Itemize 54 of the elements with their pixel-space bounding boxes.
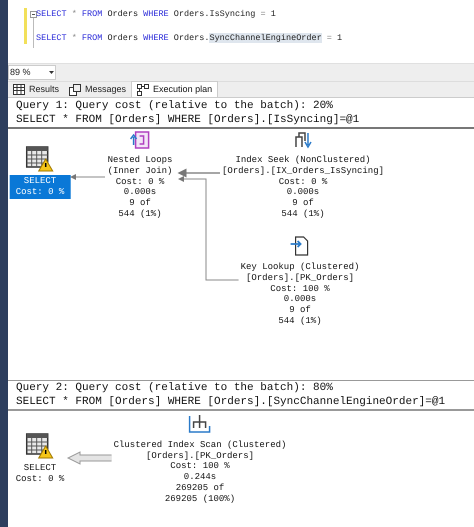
caret-icon (49, 71, 54, 74)
node-text: 0.000s (124, 187, 156, 198)
node-text: 0.000s (286, 187, 320, 198)
node-text: Cost: 0 % (116, 176, 164, 188)
tab[interactable]: Execution plan (131, 81, 218, 98)
node-label[interactable]: SELECT Cost: 0 % (10, 175, 70, 198)
code-line: SELECT * FROM Orders WHERE Orders.SyncChannelEngineOrder = 1 (36, 32, 342, 44)
query-statement: SELECT * FROM [Orders] WHERE [Orders].[SyncChannelEngineOrder]=@1 (16, 394, 446, 409)
table-warning-icon (26, 432, 54, 459)
node-text: [Orders].[IX_Orders_IsSyncing] (222, 166, 384, 176)
node-text: Cost: 0 % (278, 176, 328, 188)
seek-icon (294, 131, 312, 150)
change-marker (24, 8, 27, 44)
node-text: 544 (1%) (281, 208, 325, 220)
node-text: Cost: 100 % (170, 461, 230, 472)
plan-icon (137, 84, 150, 96)
node-text: SELECT (24, 462, 56, 474)
loop-icon (130, 131, 150, 150)
node-text: 269205 (100%) (164, 494, 236, 504)
node-text: Cost: 0 % (16, 186, 64, 198)
node-text: (Inner Join) (108, 166, 172, 176)
node-text: SELECT (24, 176, 56, 187)
collapse-icon (30, 11, 37, 18)
node-text: 9 of (129, 198, 151, 209)
node-text: Key Lookup (Clustered) (240, 262, 360, 273)
tab[interactable]: Results (8, 82, 64, 98)
node-text: [Orders].[PK_Orders] (146, 450, 254, 462)
node-text: 9 of (289, 304, 311, 316)
grid-icon (13, 84, 25, 96)
node-text: 544 (1%) (278, 316, 322, 326)
tab[interactable]: Messages (64, 82, 132, 98)
node-text: Cost: 0 % (16, 474, 64, 484)
query-cost-text: Query 2: Query cost (relative to the batch): 80% (16, 380, 334, 395)
table-warning-icon (26, 146, 54, 172)
query-cost-text: Query 1: Query cost (relative to the batch): 20% (16, 98, 334, 113)
node-label[interactable]: Nested Loops (Inner Join) Cost: 0 % 0.000s 9 of 544 (1%) (106, 154, 174, 220)
node-text: [Orders].[PK_Orders] (246, 272, 354, 284)
zoom-value: 89 % (10, 66, 31, 80)
document-arrow-icon (290, 236, 310, 256)
node-text: 544 (1%) (118, 208, 162, 220)
node-text: 0.000s (284, 294, 316, 305)
code-line: SELECT * FROM Orders WHERE Orders.IsSyncing = 1 (36, 8, 276, 20)
node-text: Cost: 100 % (270, 284, 330, 294)
node-text: 269205 of (176, 482, 224, 494)
scan-icon (189, 414, 211, 434)
zoom-dropdown[interactable]: 89 % (8, 65, 56, 80)
node-text: 0.244s (184, 472, 216, 483)
query-statement: SELECT * FROM [Orders] WHERE [Orders].[IsSyncing]=@1 (16, 112, 360, 127)
connector-arrow (66, 451, 112, 465)
connector-arrow (70, 174, 106, 180)
node-text: Nested Loops (108, 155, 172, 166)
node-text: 9 of (292, 198, 314, 209)
node-text: Index Seek (NonClustered) (235, 155, 371, 166)
node-text: Clustered Index Scan (Clustered) (114, 440, 286, 451)
